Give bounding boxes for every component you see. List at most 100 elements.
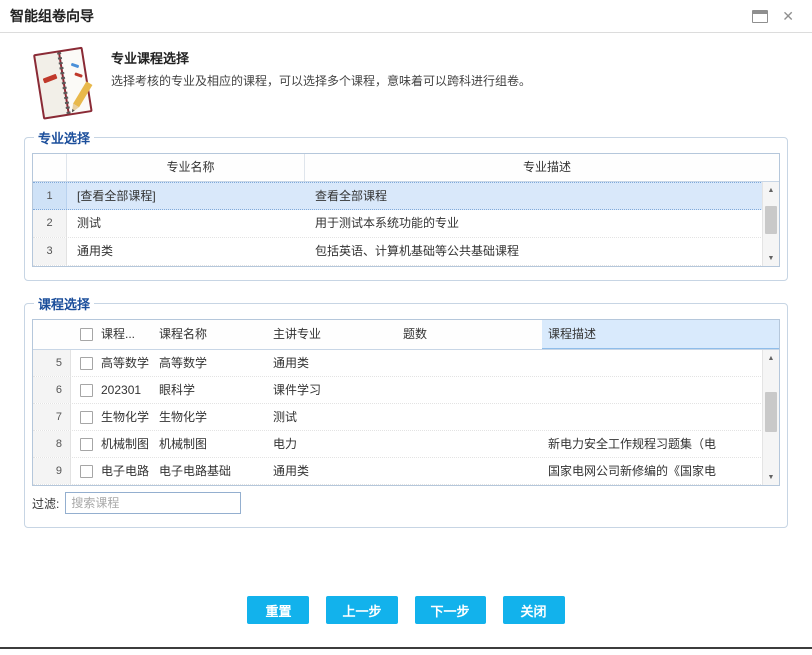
course-code: 高等数学 [95, 350, 153, 376]
prev-step-button[interactable]: 上一步 [326, 596, 397, 624]
next-step-button[interactable]: 下一步 [415, 596, 486, 624]
course-name: 生物化学 [153, 404, 267, 430]
dialog-titlebar: 智能组卷向导 ✕ [0, 0, 812, 33]
step-title: 专业课程选择 [111, 48, 531, 67]
course-desc: 国家电网公司新修编的《国家电 [542, 458, 779, 484]
scroll-down-icon[interactable]: ▼ [763, 469, 779, 485]
course-name: 电子电路基础 [153, 458, 267, 484]
checkbox-cell [71, 377, 95, 403]
major-grid: 专业名称 专业描述 1 [查看全部课程] 查看全部课程 2 测试 用于测试本系统… [32, 153, 780, 267]
course-desc [542, 377, 779, 403]
row-checkbox[interactable] [80, 411, 93, 424]
row-checkbox[interactable] [80, 465, 93, 478]
major-name: [查看全部课程] [67, 183, 305, 209]
major-grid-scrollbar[interactable]: ▲ ▼ [762, 182, 779, 266]
course-code: 生物化学 [95, 404, 153, 430]
course-code: 机械制图 [95, 431, 153, 457]
table-row[interactable]: 7 生物化学 生物化学 测试 [33, 404, 779, 431]
notebook-icon [32, 44, 96, 124]
major-col-rownum [33, 154, 67, 181]
dialog-buttons: 重置 上一步 下一步 关闭 [0, 596, 812, 624]
major-desc: 包括英语、计算机基础等公共基础课程 [305, 238, 779, 265]
course-count [397, 404, 542, 430]
course-name: 高等数学 [153, 350, 267, 376]
row-checkbox[interactable] [80, 357, 93, 370]
course-select-legend: 课程选择 [34, 294, 94, 313]
course-col-count[interactable]: 题数 [397, 320, 542, 349]
course-desc: 新电力安全工作规程习题集（电 [542, 431, 779, 457]
major-col-desc[interactable]: 专业描述 [305, 154, 779, 181]
window-maximize-icon[interactable] [752, 10, 768, 23]
scroll-up-icon[interactable]: ▲ [763, 182, 779, 198]
course-grid-scrollbar[interactable]: ▲ ▼ [762, 350, 779, 485]
row-number: 6 [33, 377, 71, 403]
row-checkbox[interactable] [80, 438, 93, 451]
course-code: 电子电路 [95, 458, 153, 484]
course-search-input[interactable] [65, 492, 241, 514]
course-col-code[interactable]: 课程... [95, 320, 153, 349]
table-row[interactable]: 5 高等数学 高等数学 通用类 [33, 350, 779, 377]
select-all-cell [71, 320, 95, 349]
course-count [397, 377, 542, 403]
major-desc: 用于测试本系统功能的专业 [305, 210, 779, 237]
filter-label: 过滤: [32, 495, 59, 512]
course-col-name[interactable]: 课程名称 [153, 320, 267, 349]
checkbox-cell [71, 404, 95, 430]
row-number: 5 [33, 350, 71, 376]
dialog-bottom-edge [0, 647, 812, 649]
course-col-major[interactable]: 主讲专业 [267, 320, 397, 349]
major-name: 测试 [67, 210, 305, 237]
scrollbar-thumb[interactable] [765, 392, 777, 432]
course-grid: 课程... 课程名称 主讲专业 题数 课程描述 5 高等数学 高等数学 通用类 … [32, 319, 780, 486]
scroll-down-icon[interactable]: ▼ [763, 250, 779, 266]
course-desc [542, 350, 779, 376]
major-select-legend: 专业选择 [34, 128, 94, 147]
course-col-rownum [33, 320, 71, 349]
reset-button[interactable]: 重置 [247, 596, 309, 624]
course-grid-header: 课程... 课程名称 主讲专业 题数 课程描述 [33, 320, 779, 350]
row-number: 2 [33, 210, 67, 237]
table-row[interactable]: 1 [查看全部课程] 查看全部课程 [33, 182, 779, 210]
course-name: 眼科学 [153, 377, 267, 403]
checkbox-cell [71, 431, 95, 457]
course-major: 课件学习 [267, 377, 397, 403]
table-row[interactable]: 8 机械制图 机械制图 电力 新电力安全工作规程习题集（电 [33, 431, 779, 458]
table-row[interactable]: 6 202301 眼科学 课件学习 [33, 377, 779, 404]
table-row[interactable]: 3 通用类 包括英语、计算机基础等公共基础课程 [33, 238, 779, 266]
course-code: 202301 [95, 377, 153, 403]
major-desc: 查看全部课程 [305, 183, 779, 209]
checkbox-cell [71, 350, 95, 376]
row-number: 9 [33, 458, 71, 484]
wizard-dialog: 智能组卷向导 ✕ [0, 0, 812, 655]
step-header: 专业课程选择 选择考核的专业及相应的课程，可以选择多个课程，意味着可以跨科进行组… [32, 44, 782, 124]
step-text: 专业课程选择 选择考核的专业及相应的课程，可以选择多个课程，意味着可以跨科进行组… [111, 44, 531, 89]
dialog-title: 智能组卷向导 [10, 6, 94, 26]
major-name: 通用类 [67, 238, 305, 265]
course-select-fieldset: 课程选择 课程... 课程名称 主讲专业 题数 课程描述 5 高等数学 高等数学… [24, 294, 788, 528]
table-row[interactable]: 2 测试 用于测试本系统功能的专业 [33, 210, 779, 238]
course-count [397, 431, 542, 457]
row-number: 3 [33, 238, 67, 265]
filter-row: 过滤: [32, 492, 780, 514]
table-row[interactable]: 9 电子电路 电子电路基础 通用类 国家电网公司新修编的《国家电 [33, 458, 779, 485]
row-number: 1 [33, 183, 67, 209]
row-number: 8 [33, 431, 71, 457]
checkbox-cell [71, 458, 95, 484]
course-name: 机械制图 [153, 431, 267, 457]
window-buttons: ✕ [752, 9, 802, 23]
select-all-checkbox[interactable] [80, 328, 93, 341]
major-col-name[interactable]: 专业名称 [67, 154, 305, 181]
close-icon[interactable]: ✕ [782, 9, 794, 23]
row-checkbox[interactable] [80, 384, 93, 397]
course-count [397, 350, 542, 376]
course-major: 测试 [267, 404, 397, 430]
major-grid-header: 专业名称 专业描述 [33, 154, 779, 182]
course-major: 通用类 [267, 458, 397, 484]
row-number: 7 [33, 404, 71, 430]
course-col-desc[interactable]: 课程描述 [542, 320, 779, 349]
scrollbar-thumb[interactable] [765, 206, 777, 234]
course-desc [542, 404, 779, 430]
scroll-up-icon[interactable]: ▲ [763, 350, 779, 366]
course-major: 电力 [267, 431, 397, 457]
close-button[interactable]: 关闭 [503, 596, 565, 624]
